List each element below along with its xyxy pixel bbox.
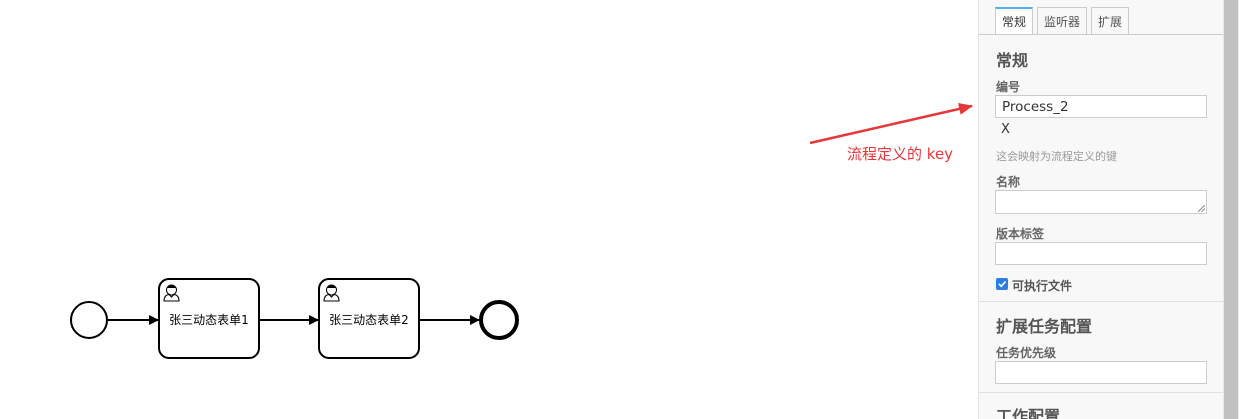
version-input[interactable]: [995, 242, 1207, 265]
group-title-job: 工作配置: [996, 407, 1061, 419]
clear-id-button[interactable]: X: [1001, 122, 1010, 137]
annotation-text: 流程定义的 key: [847, 145, 954, 163]
version-label: 版本标签: [996, 227, 1045, 241]
priority-label: 任务优先级: [996, 346, 1057, 360]
group-divider: [979, 392, 1223, 393]
task-2-label: 张三动态表单2: [329, 313, 409, 327]
group-title-extension: 扩展任务配置: [996, 317, 1093, 336]
properties-panel: 常规 监听器 扩展 常规 编号 X 这会映射为流程定义的键 名称 版本标签 可执…: [978, 0, 1223, 419]
priority-input[interactable]: [995, 361, 1207, 384]
name-label: 名称: [996, 175, 1021, 189]
scrollbar-thumb[interactable]: [1224, 0, 1238, 419]
annotation-arrow: [809, 103, 973, 145]
id-label: 编号: [996, 80, 1021, 94]
group-title-general: 常规: [996, 51, 1029, 70]
tabs-divider: [979, 34, 1223, 35]
tab-extensions[interactable]: 扩展: [1091, 7, 1130, 34]
name-textarea[interactable]: [995, 190, 1207, 214]
id-hint: 这会映射为流程定义的键: [996, 150, 1117, 163]
task-1-label: 张三动态表单1: [169, 313, 249, 327]
end-event[interactable]: [479, 300, 519, 340]
executable-checkbox[interactable]: [996, 278, 1008, 290]
group-divider: [979, 301, 1223, 302]
tab-general[interactable]: 常规: [995, 7, 1034, 34]
start-event[interactable]: [70, 301, 108, 339]
checkmark-icon: [998, 280, 1007, 288]
executable-label: 可执行文件: [1012, 279, 1073, 293]
resize-grip-icon[interactable]: [1198, 205, 1205, 212]
tab-listeners[interactable]: 监听器: [1037, 7, 1088, 34]
bpmn-canvas[interactable]: 张三动态表单1 张三动态表单2: [0, 0, 978, 419]
tab-bar: 常规 监听器 扩展: [995, 7, 1130, 34]
id-input[interactable]: [995, 95, 1207, 118]
panel-scrollbar[interactable]: [1223, 0, 1239, 419]
